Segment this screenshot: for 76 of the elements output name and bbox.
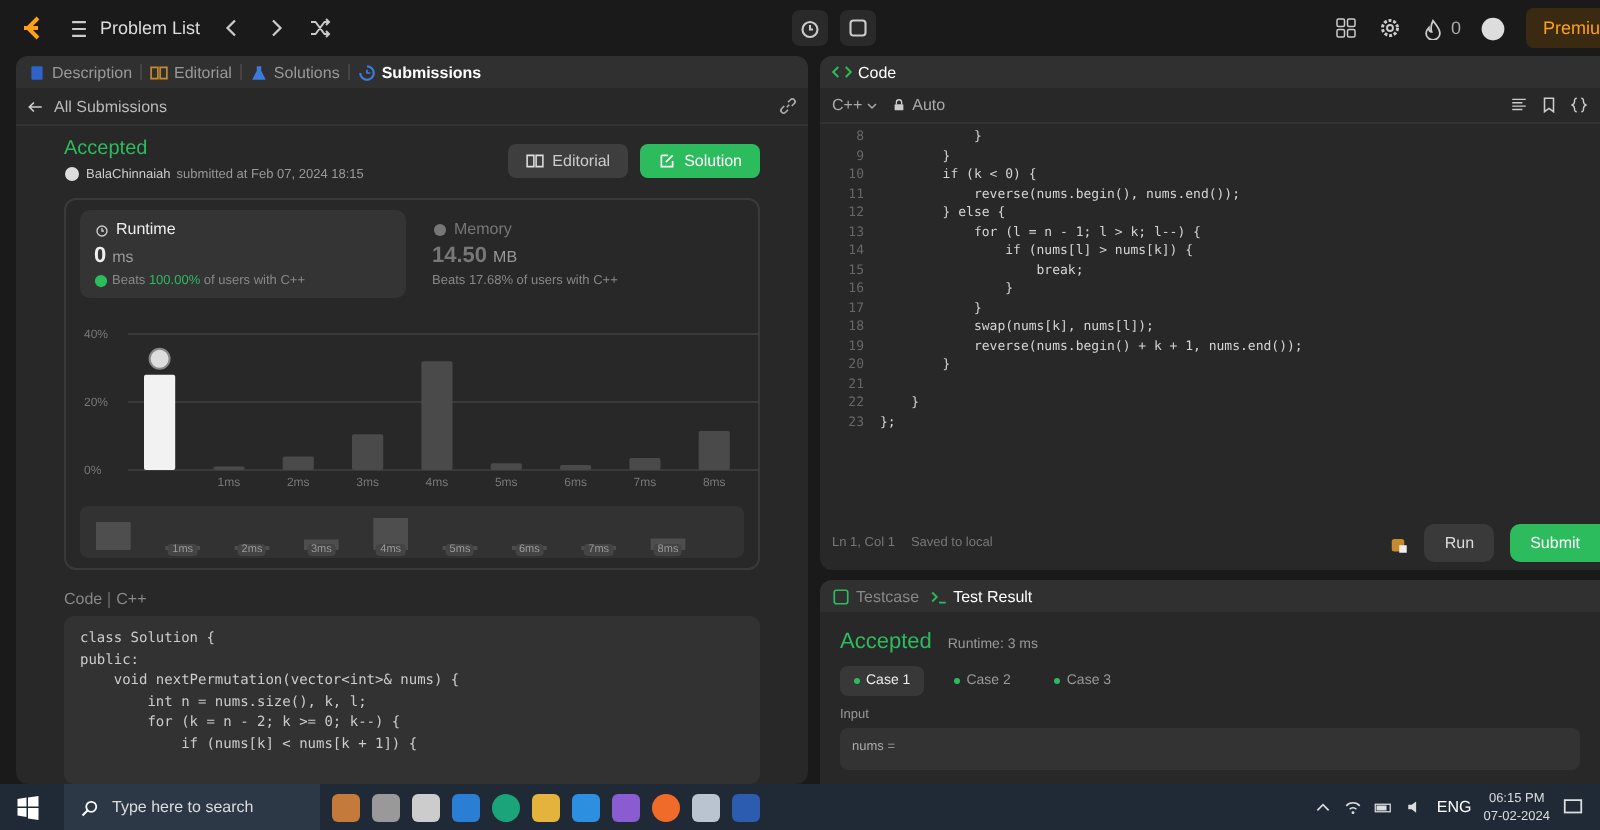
list-icon bbox=[68, 17, 90, 39]
code-label: Code bbox=[64, 590, 103, 608]
link-icon[interactable] bbox=[778, 96, 798, 116]
note-icon bbox=[845, 16, 870, 40]
editorial-button[interactable]: Editorial bbox=[508, 143, 629, 177]
clock-icon bbox=[94, 221, 110, 237]
chevron-up-icon[interactable] bbox=[1314, 798, 1333, 816]
book-icon bbox=[150, 63, 169, 81]
windows-logo-icon[interactable] bbox=[16, 795, 40, 819]
panel-tab[interactable]: Test Result bbox=[929, 587, 1033, 605]
terminal-icon bbox=[929, 587, 948, 605]
avatar-icon bbox=[148, 347, 171, 370]
settings-icon[interactable] bbox=[1378, 16, 1403, 40]
stat-title: Memory bbox=[454, 220, 512, 238]
panel-tab[interactable]: Editorial bbox=[150, 63, 232, 81]
premium-button[interactable]: Premiu bbox=[1526, 8, 1600, 48]
run-button[interactable]: Run bbox=[1424, 524, 1495, 562]
notes-button[interactable] bbox=[839, 10, 876, 46]
history-icon bbox=[357, 63, 376, 81]
caret-icon bbox=[864, 97, 881, 113]
task-view-icon[interactable] bbox=[412, 793, 440, 821]
search-icon bbox=[80, 797, 100, 817]
taskbar-search-field[interactable]: Type here to search bbox=[64, 784, 320, 830]
badge-icon bbox=[94, 274, 108, 288]
browser-icon[interactable] bbox=[492, 793, 520, 821]
language-label: C++ bbox=[116, 590, 147, 608]
edit-icon bbox=[658, 151, 677, 169]
problem-list-button[interactable]: Problem List bbox=[68, 17, 201, 39]
lock-icon bbox=[892, 98, 907, 112]
overview-bar bbox=[373, 518, 408, 550]
calculator-icon[interactable] bbox=[372, 793, 400, 821]
streak-counter[interactable]: 0 bbox=[1422, 17, 1461, 39]
checkbox-icon bbox=[832, 587, 850, 605]
panel-title: Code bbox=[858, 63, 897, 81]
result-status: Accepted bbox=[840, 630, 932, 654]
shuffle-icon[interactable] bbox=[308, 16, 333, 40]
notification-icon[interactable] bbox=[1562, 796, 1584, 818]
flask-icon bbox=[249, 63, 268, 81]
document-icon bbox=[28, 63, 46, 81]
overview-bar bbox=[96, 522, 131, 550]
browser-icon[interactable] bbox=[652, 793, 680, 821]
panel-tab[interactable]: Solutions bbox=[249, 63, 340, 81]
histogram-bar[interactable] bbox=[144, 374, 176, 470]
flame-icon bbox=[1422, 17, 1445, 39]
language-dropdown[interactable]: C++ bbox=[832, 96, 881, 114]
debug-icon[interactable] bbox=[1388, 533, 1409, 553]
clock-icon bbox=[797, 16, 822, 40]
notepad-icon[interactable] bbox=[692, 793, 720, 821]
wallet-icon[interactable] bbox=[332, 793, 360, 821]
back-arrow-icon[interactable] bbox=[26, 97, 44, 115]
mail-icon[interactable] bbox=[452, 793, 480, 821]
braces-icon[interactable] bbox=[1570, 96, 1588, 114]
panel-tab[interactable]: Description bbox=[28, 63, 133, 81]
panel-tab[interactable]: Testcase bbox=[832, 587, 920, 605]
wifi-icon[interactable] bbox=[1344, 798, 1363, 816]
grid-icon[interactable] bbox=[1334, 16, 1359, 40]
submission-status: Accepted bbox=[64, 138, 150, 160]
timer-button[interactable] bbox=[791, 10, 828, 46]
autocomplete-mode[interactable]: Auto bbox=[892, 96, 946, 114]
code-editor-icon[interactable] bbox=[572, 793, 600, 821]
stat-title: Runtime bbox=[116, 220, 176, 238]
stat-value: 14.50 bbox=[432, 244, 488, 268]
bookmark-icon[interactable] bbox=[1540, 96, 1558, 114]
book-icon bbox=[526, 151, 545, 169]
panel-tab[interactable]: Submissions bbox=[357, 63, 482, 81]
format-icon[interactable] bbox=[1510, 96, 1528, 114]
avatar-icon[interactable] bbox=[1480, 15, 1507, 41]
stat-value: 0 bbox=[94, 244, 107, 268]
stat-unit: ms bbox=[112, 248, 134, 266]
user-avatar-icon bbox=[64, 166, 80, 182]
stat-unit: MB bbox=[493, 248, 518, 266]
folder-icon[interactable] bbox=[532, 793, 560, 821]
language-indicator[interactable]: ENG bbox=[1436, 798, 1472, 816]
code-icon bbox=[832, 62, 852, 82]
gem-icon[interactable] bbox=[612, 793, 640, 821]
back-link[interactable]: All Submissions bbox=[54, 97, 768, 115]
